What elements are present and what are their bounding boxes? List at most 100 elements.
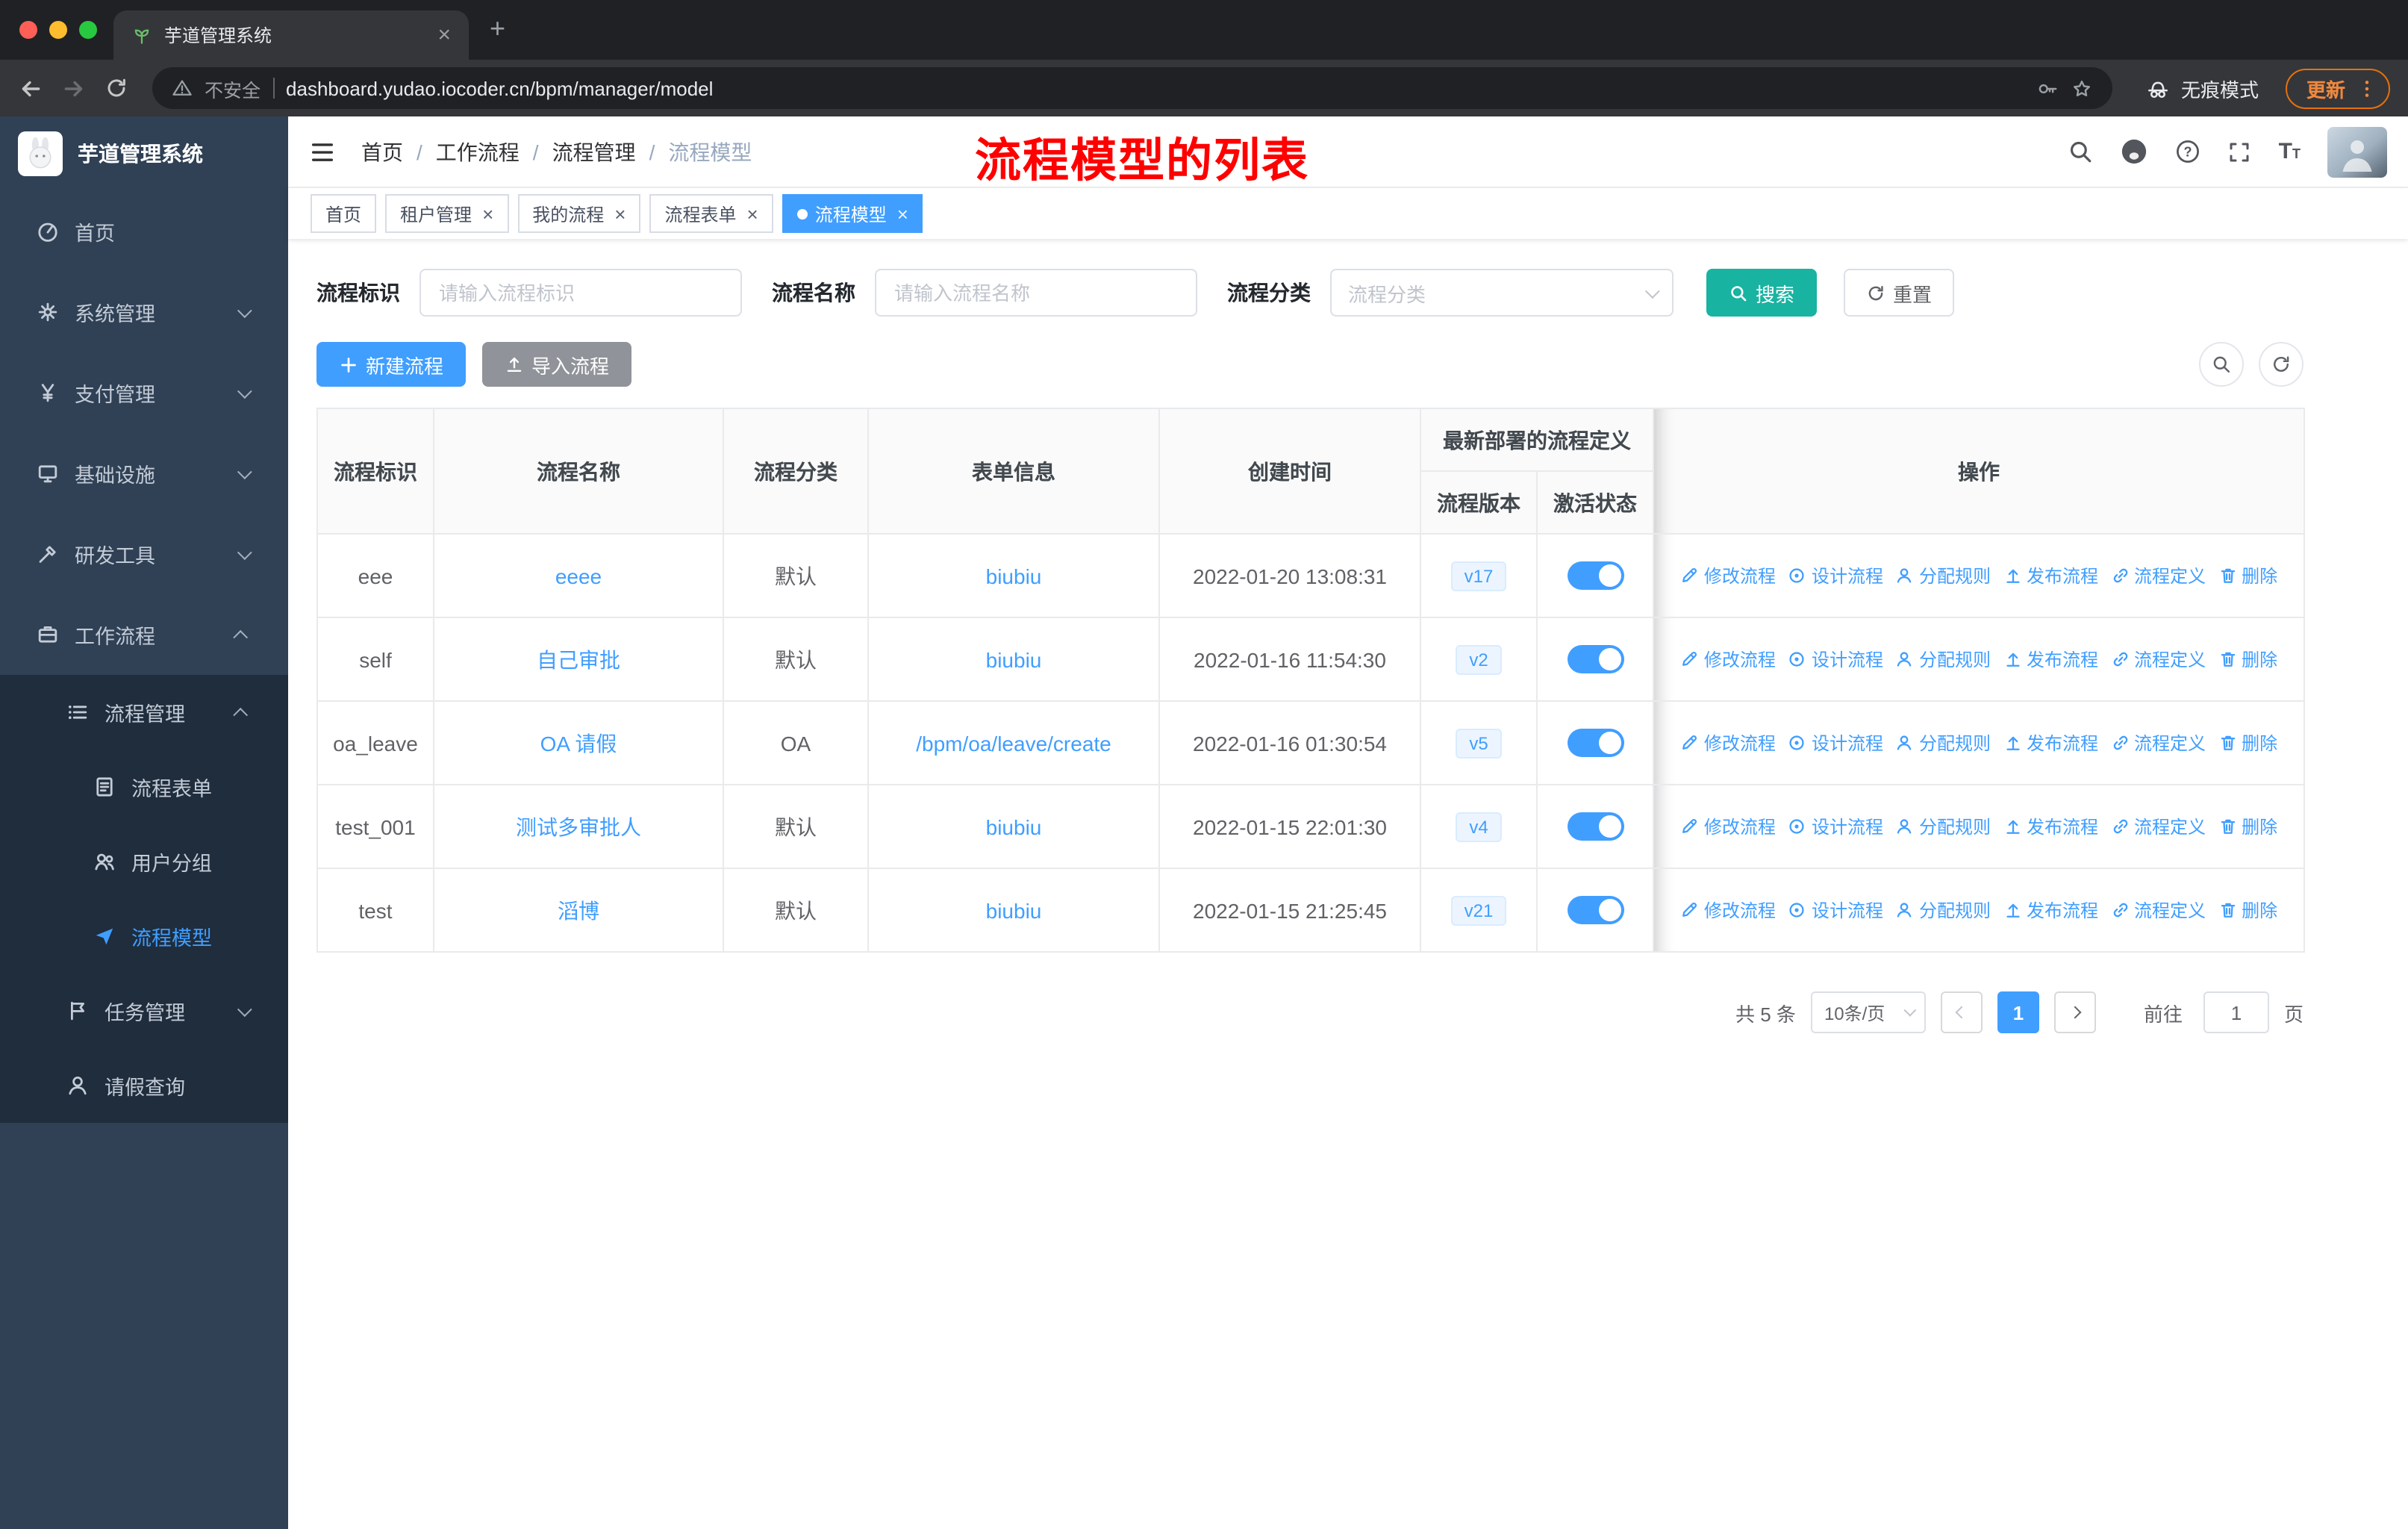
process-definition-link[interactable]: 流程定义 xyxy=(2110,646,2206,671)
active-toggle[interactable] xyxy=(1567,812,1623,841)
search-button[interactable]: 搜索 xyxy=(1706,269,1818,317)
back-button[interactable] xyxy=(18,75,43,101)
table-refresh-button[interactable] xyxy=(2259,342,2303,387)
kebab-menu-icon[interactable] xyxy=(2356,77,2378,99)
form-link[interactable]: biubiu xyxy=(986,647,1042,671)
process-id-input[interactable] xyxy=(419,269,742,317)
address-bar[interactable]: 不安全 dashboard.yudao.iocoder.cn/bpm/manag… xyxy=(152,67,2112,109)
edit-process-link[interactable]: 修改流程 xyxy=(1680,729,1776,755)
delete-link[interactable]: 删除 xyxy=(2218,562,2277,588)
sidebar-item-task-management[interactable]: 任务管理 xyxy=(0,974,288,1048)
breadcrumb-item[interactable]: 首页 xyxy=(361,137,403,166)
form-link[interactable]: biubiu xyxy=(986,898,1042,922)
design-process-link[interactable]: 设计流程 xyxy=(1788,813,1883,838)
security-warning-icon[interactable] xyxy=(172,78,193,99)
sidebar-item-dev-tools[interactable]: 研发工具 xyxy=(0,514,288,594)
user-avatar[interactable] xyxy=(2327,126,2387,177)
tag-close-icon[interactable]: × xyxy=(897,202,908,225)
process-definition-link[interactable]: 流程定义 xyxy=(2110,897,2206,922)
prev-page-button[interactable] xyxy=(1940,991,1983,1033)
sidebar-item-leave-query[interactable]: 请假查询 xyxy=(0,1048,288,1123)
design-process-link[interactable]: 设计流程 xyxy=(1788,646,1883,671)
sidebar-item-payment[interactable]: 支付管理 xyxy=(0,352,288,433)
tag-close-icon[interactable]: × xyxy=(614,202,626,225)
fullscreen-icon[interactable] xyxy=(2228,140,2252,164)
category-select[interactable]: 流程分类 xyxy=(1330,269,1674,317)
active-toggle[interactable] xyxy=(1567,729,1623,757)
process-name-link[interactable]: OA 请假 xyxy=(540,731,617,755)
tag-home[interactable]: 首页 xyxy=(311,194,377,233)
tag-process-form[interactable]: 流程表单 × xyxy=(649,194,773,233)
delete-link[interactable]: 删除 xyxy=(2218,897,2277,922)
sidebar-collapse-icon[interactable] xyxy=(309,138,336,165)
design-process-link[interactable]: 设计流程 xyxy=(1788,562,1883,588)
design-process-link[interactable]: 设计流程 xyxy=(1788,897,1883,922)
breadcrumb-item[interactable]: 流程管理 xyxy=(552,137,636,166)
close-window-button[interactable] xyxy=(19,21,37,39)
edit-process-link[interactable]: 修改流程 xyxy=(1680,562,1776,588)
new-tab-button[interactable]: + xyxy=(490,15,505,42)
reload-button[interactable] xyxy=(105,76,128,100)
active-toggle[interactable] xyxy=(1567,561,1623,590)
help-icon[interactable]: ? xyxy=(2176,139,2201,164)
sidebar-item-home[interactable]: 首页 xyxy=(0,191,288,272)
create-process-button[interactable]: 新建流程 xyxy=(316,342,467,387)
goto-page-input[interactable] xyxy=(2203,991,2269,1033)
process-definition-link[interactable]: 流程定义 xyxy=(2110,729,2206,755)
tag-close-icon[interactable]: × xyxy=(747,202,758,225)
process-definition-link[interactable]: 流程定义 xyxy=(2110,813,2206,838)
process-name-link[interactable]: 自己审批 xyxy=(537,647,620,671)
font-size-icon[interactable]: TT xyxy=(2279,140,2301,163)
process-name-link[interactable]: 测试多审批人 xyxy=(516,815,641,838)
deploy-process-link[interactable]: 发布流程 xyxy=(2003,562,2098,588)
deploy-process-link[interactable]: 发布流程 xyxy=(2003,897,2098,922)
edit-process-link[interactable]: 修改流程 xyxy=(1680,897,1776,922)
delete-link[interactable]: 删除 xyxy=(2218,646,2277,671)
tab-close-icon[interactable]: × xyxy=(437,24,451,46)
deploy-process-link[interactable]: 发布流程 xyxy=(2003,813,2098,838)
github-icon[interactable] xyxy=(2121,137,2149,166)
next-page-button[interactable] xyxy=(2053,991,2096,1033)
table-search-button[interactable] xyxy=(2199,342,2244,387)
sidebar-item-workflow[interactable]: 工作流程 xyxy=(0,594,288,675)
bookmark-star-icon[interactable] xyxy=(2071,77,2093,99)
deploy-process-link[interactable]: 发布流程 xyxy=(2003,729,2098,755)
assign-rule-link[interactable]: 分配规则 xyxy=(1895,646,1991,671)
sidebar-item-user-group[interactable]: 用户分组 xyxy=(0,824,288,899)
form-link[interactable]: /bpm/oa/leave/create xyxy=(916,731,1111,755)
search-icon[interactable] xyxy=(2068,139,2094,164)
design-process-link[interactable]: 设计流程 xyxy=(1788,729,1883,755)
url-text[interactable]: dashboard.yudao.iocoder.cn/bpm/manager/m… xyxy=(286,77,713,99)
tag-process-model[interactable]: 流程模型 × xyxy=(782,194,923,233)
sidebar-item-system[interactable]: 系统管理 xyxy=(0,272,288,352)
assign-rule-link[interactable]: 分配规则 xyxy=(1895,562,1991,588)
minimize-window-button[interactable] xyxy=(49,21,67,39)
process-name-link[interactable]: 滔博 xyxy=(558,898,599,922)
browser-tab[interactable]: 芋道管理系统 × xyxy=(113,10,469,60)
page-1-button[interactable]: 1 xyxy=(1997,991,2039,1033)
key-icon[interactable] xyxy=(2036,77,2059,99)
edit-process-link[interactable]: 修改流程 xyxy=(1680,646,1776,671)
sidebar-item-process-model[interactable]: 流程模型 xyxy=(0,899,288,974)
import-process-button[interactable]: 导入流程 xyxy=(482,342,632,387)
sidebar-item-process-management[interactable]: 流程管理 xyxy=(0,675,288,750)
tag-close-icon[interactable]: × xyxy=(482,202,493,225)
delete-link[interactable]: 删除 xyxy=(2218,813,2277,838)
process-definition-link[interactable]: 流程定义 xyxy=(2110,562,2206,588)
sidebar-item-process-form[interactable]: 流程表单 xyxy=(0,750,288,824)
assign-rule-link[interactable]: 分配规则 xyxy=(1895,813,1991,838)
process-name-input[interactable] xyxy=(875,269,1197,317)
reset-button[interactable]: 重置 xyxy=(1844,269,1955,317)
update-browser-button[interactable]: 更新 xyxy=(2285,68,2390,108)
assign-rule-link[interactable]: 分配规则 xyxy=(1895,729,1991,755)
process-name-link[interactable]: eeee xyxy=(555,564,602,588)
assign-rule-link[interactable]: 分配规则 xyxy=(1895,897,1991,922)
form-link[interactable]: biubiu xyxy=(986,564,1042,588)
maximize-window-button[interactable] xyxy=(79,21,97,39)
edit-process-link[interactable]: 修改流程 xyxy=(1680,813,1776,838)
tag-my-process[interactable]: 我的流程 × xyxy=(517,194,641,233)
forward-button[interactable] xyxy=(61,75,87,101)
delete-link[interactable]: 删除 xyxy=(2218,729,2277,755)
page-size-select[interactable]: 10条/页 xyxy=(1810,991,1926,1033)
breadcrumb-item[interactable]: 工作流程 xyxy=(436,137,520,166)
